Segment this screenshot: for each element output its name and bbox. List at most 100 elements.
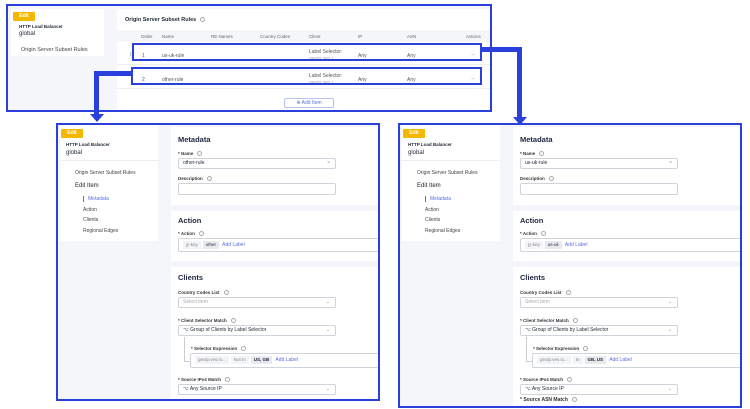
source-ipv4-select[interactable]: ⌥ Any Source IP ⌄ (178, 384, 336, 395)
form-labels-metadata: Metadata (178, 135, 211, 144)
source-asn-label: * Source ASN Match (520, 397, 577, 403)
layout-box: * Action (520, 231, 546, 237)
country-codes-select[interactable]: Select item ⌄ (520, 297, 678, 308)
nav-metadata[interactable]: Metadata (83, 196, 109, 202)
nav-origin-server-subset-rules[interactable]: Origin Server Subset Rules (11, 44, 104, 56)
form-labels-source-ipv4: * Source IPv4 Match (178, 377, 222, 382)
info-icon (223, 290, 229, 296)
highlight-row-2 (131, 67, 482, 85)
action-label-input[interactable]: jy-key us-uk Add Label (520, 238, 740, 252)
top-columns-3: Country Codes (260, 34, 291, 39)
nav-action[interactable]: Action (83, 207, 97, 213)
layout-box: * Selector Expression (191, 346, 247, 352)
form-labels-clients: Clients (178, 273, 204, 282)
form-labels-description: Description (520, 176, 545, 181)
top-columns-6: ASN (407, 34, 417, 39)
highlight-row-1 (132, 43, 482, 61)
nav-edit-item[interactable]: Edit Item (75, 183, 99, 189)
action-label-input[interactable]: jy-key other Add Label (178, 238, 378, 252)
info-icon (567, 377, 573, 383)
layout-box (60, 160, 158, 161)
source-ipv4-select[interactable]: ⌥ Any Source IP ⌄ (520, 384, 678, 395)
selector-expression-input[interactable]: geoip.ves.io... In GB, US Add Label (532, 353, 740, 368)
chevron-down-icon: ⌄ (325, 299, 330, 305)
name-input[interactable]: other-rule × (178, 158, 336, 169)
sidebar: Edit HTTP Load Balancer global Origin Se… (402, 125, 500, 241)
top-columns-2: RE Names (211, 34, 233, 39)
info-icon (565, 290, 571, 296)
arrow-down-icon (90, 114, 104, 122)
right-form-name: us-uk-rule (525, 160, 548, 166)
top-columns-7: Actions (466, 34, 481, 39)
form-labels-name: * Name (178, 151, 194, 156)
layout-box: Description (520, 176, 554, 182)
info-icon (572, 318, 578, 324)
nav-action[interactable]: Action (425, 207, 439, 213)
info-icon (548, 176, 554, 182)
info-icon (198, 231, 204, 237)
info-icon (571, 397, 577, 403)
left-form-operator: Not In (230, 356, 249, 364)
info-icon (241, 346, 247, 352)
add-label-link[interactable]: Add Label (222, 242, 245, 248)
form-labels-action: * Action (520, 231, 537, 236)
add-label-link[interactable]: Add Label (609, 357, 632, 363)
form-labels-select-item: Select item (525, 299, 550, 305)
add-label-link[interactable]: Add Label (565, 242, 588, 248)
add-item-button[interactable]: ⊕ Add Item (284, 98, 334, 108)
right-form-values: GB, US (584, 356, 607, 364)
layout-box (402, 160, 500, 161)
form-labels-client-selector-value: Group of Clients by Label Selector (190, 327, 267, 333)
clients-card: Clients Country Codes List Select item ⌄ … (171, 267, 378, 399)
country-codes-select[interactable]: Select item ⌄ (178, 297, 336, 308)
top-add-item: Add Item (301, 100, 322, 106)
layout-box: * Action (178, 231, 204, 237)
nav-metadata[interactable]: Metadata (425, 196, 451, 202)
left-form-action-value: other (202, 241, 220, 249)
object-type: HTTP Load Balancer (408, 142, 452, 147)
table-header: Order Name RE Names Country Codes Client… (117, 30, 490, 42)
connector-right-v (517, 47, 522, 119)
form-labels-source-ipv4: * Source IPv4 Match (520, 377, 564, 382)
nav-edit-item[interactable]: Edit Item (417, 183, 441, 189)
namespace: global (408, 150, 425, 156)
clear-icon[interactable]: × (327, 159, 330, 168)
connector-right-h (482, 47, 522, 52)
client-selector-select[interactable]: ⌥ Group of Clients by Label Selector ⌄ (178, 325, 336, 336)
form-labels-source-ipv4-value: Any Source IP (531, 386, 564, 392)
nav-regional-edges[interactable]: Regional Edges (425, 228, 460, 234)
nav-clients[interactable]: Clients (83, 217, 98, 223)
top-title: Origin Server Subset Rules (125, 17, 197, 23)
top-columns-5: IP (358, 34, 363, 39)
form-labels-client-selector: * Client Selector Match (178, 318, 227, 323)
clear-icon[interactable]: × (669, 159, 672, 168)
form-labels-source-asn: * Source ASN Match (520, 397, 568, 403)
info-icon (540, 231, 546, 237)
form-labels-selector-expression: * Selector Expression (533, 346, 580, 351)
name-input[interactable]: us-uk-rule × (520, 158, 678, 169)
layout-box: * Client Selector Match (178, 318, 236, 324)
info-icon (583, 346, 589, 352)
nav-origin-server-subset-rules[interactable]: Origin Server Subset Rules (417, 170, 478, 176)
description-input[interactable] (178, 183, 336, 195)
form-labels-metadata: Metadata (520, 135, 553, 144)
selector-expression-input[interactable]: geoip.ves.io... Not In US, GB Add Label (190, 353, 378, 368)
nav-origin-server-subset-rules[interactable]: Origin Server Subset Rules (75, 170, 136, 176)
form-labels-key: jy-key (183, 241, 201, 249)
left-form-name: other-rule (183, 160, 205, 166)
form-labels-country-codes: Country Codes List (178, 290, 220, 295)
info-icon (230, 318, 236, 324)
form-labels-key: jy-key (525, 241, 543, 249)
form-labels-name: * Name (520, 151, 536, 156)
nav-regional-edges[interactable]: Regional Edges (83, 228, 118, 234)
add-label-link[interactable]: Add Label (275, 357, 298, 363)
info-icon (197, 151, 203, 157)
nav-clients[interactable]: Clients (425, 217, 440, 223)
metadata-card: Metadata * Name other-rule × Description (171, 127, 378, 205)
form-labels-select-item: Select item (183, 299, 208, 305)
client-selector-select[interactable]: ⌥ Group of Clients by Label Selector ⌄ (520, 325, 678, 336)
form-labels-client-selector-value: Group of Clients by Label Selector (532, 327, 609, 333)
connector-left-v (94, 71, 99, 116)
description-input[interactable] (520, 183, 678, 195)
info-icon (225, 377, 231, 383)
